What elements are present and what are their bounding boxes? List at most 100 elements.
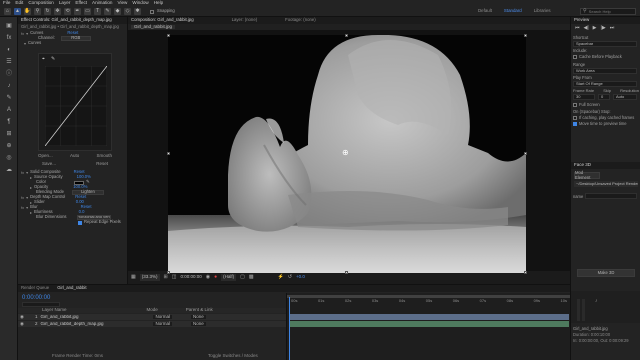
home-icon[interactable]: ⌂	[4, 8, 11, 15]
toggle-switches-label[interactable]: Toggle Switches / Modes	[208, 353, 258, 359]
zoom-dropdown[interactable]: (33.3%)	[139, 274, 160, 281]
cache-before-playback-row[interactable]: Cache Before Playback	[573, 54, 622, 60]
audio-icon[interactable]: ♪	[4, 81, 14, 90]
menu-effect[interactable]: Effect	[75, 1, 87, 6]
workspace-standard[interactable]: Standard	[504, 8, 522, 13]
play-from-dropdown[interactable]: Start Of Range	[573, 81, 637, 87]
timeline-layer-row[interactable]: ◉ 2 Girl_and_rabbit_depth_map.jpg Normal…	[18, 321, 286, 327]
layer-parent-dropdown[interactable]: None	[190, 314, 206, 320]
curves-graph[interactable]	[45, 66, 107, 146]
reset-exposure-icon[interactable]: ↺	[288, 275, 292, 280]
resolution-dropdown[interactable]: (Half)	[221, 274, 237, 281]
timeline-track-area[interactable]: 00s 01s 02s 03s 04s 05s 06s 07s 08s 09s 10s	[286, 293, 571, 360]
face3d-preset-dropdown[interactable]: ~/Desktop/Unsaved Project Rendere	[574, 181, 638, 187]
make-3d-button[interactable]: Make 3D	[577, 269, 635, 277]
menu-edit[interactable]: Edit	[15, 1, 23, 6]
menu-view[interactable]: View	[117, 1, 127, 6]
anchor-point-icon[interactable]: ⊕	[342, 149, 349, 157]
playhead[interactable]	[289, 297, 290, 360]
layer-handle-left[interactable]	[167, 152, 170, 155]
blurriness-value[interactable]: 0.0	[79, 210, 85, 214]
menu-window[interactable]: Window	[132, 1, 148, 6]
timeline-timecode[interactable]: 0:00:00:00	[22, 295, 50, 301]
rectangle-tool-icon[interactable]: ▭	[84, 8, 91, 15]
layer-handle-top-right[interactable]	[524, 34, 527, 37]
last-frame-icon[interactable]: ⏭	[610, 26, 615, 31]
layer-name-header[interactable]: Layer Name	[42, 308, 67, 313]
visibility-eye-icon[interactable]: ◉	[20, 314, 24, 320]
curves-editor[interactable]: ⌖ ✎	[38, 53, 112, 151]
eraser-tool-icon[interactable]: ◇	[124, 8, 131, 15]
channel-icon[interactable]: ●	[214, 275, 217, 280]
character-icon[interactable]: A	[4, 105, 14, 114]
first-frame-icon[interactable]: ⏮	[575, 26, 580, 31]
layer-2-bar[interactable]	[289, 321, 569, 327]
layer-parent-dropdown[interactable]: None	[190, 321, 206, 327]
rotation-tool-icon[interactable]: ⟲	[64, 8, 71, 15]
curves-auto-button[interactable]: Auto	[70, 153, 79, 159]
face3d-name-input[interactable]	[585, 193, 637, 199]
align-icon[interactable]: ⊞	[4, 129, 14, 138]
puppet-tool-icon[interactable]: ✱	[134, 8, 141, 15]
next-frame-icon[interactable]: |▶	[601, 26, 606, 31]
mode-header[interactable]: Mode	[147, 308, 158, 313]
layers-icon[interactable]: ☰	[4, 57, 14, 66]
paragraph-icon[interactable]: ¶	[4, 117, 14, 126]
mod-element-button[interactable]: Mod Element	[574, 171, 600, 179]
workspace-default[interactable]: Default	[478, 8, 492, 13]
info-icon[interactable]: ⓘ	[4, 69, 14, 78]
fast-previews-icon[interactable]: ⚡	[278, 275, 284, 280]
layer-handle-top-left[interactable]	[167, 34, 170, 37]
full-screen-checkbox[interactable]	[573, 103, 577, 108]
if-caching-checkbox[interactable]	[573, 116, 577, 121]
menu-help[interactable]: Help	[154, 1, 163, 6]
curve-pencil-tool-icon[interactable]: ✎	[51, 57, 55, 62]
curves-smooth-button[interactable]: Smooth	[96, 153, 112, 159]
tracker-icon[interactable]: ⊕	[4, 141, 14, 150]
selection-tool-icon[interactable]: ▲	[14, 8, 21, 15]
menu-animation[interactable]: Animation	[92, 1, 112, 6]
effects-icon[interactable]: fx	[4, 33, 14, 42]
snapping-checkbox[interactable]	[150, 9, 154, 14]
channel-dropdown[interactable]: RGB	[60, 36, 91, 41]
transparency-grid-icon[interactable]: ▩	[249, 275, 254, 280]
brush-tool-icon[interactable]: ✎	[104, 8, 111, 15]
shortcut-dropdown[interactable]: Spacebar	[573, 41, 637, 47]
footage-tab[interactable]: Footage: (none)	[285, 18, 316, 23]
layer-tab[interactable]: Layer: (none)	[232, 18, 258, 23]
workspace-libraries[interactable]: Libraries	[534, 8, 551, 13]
exposure-value[interactable]: +0.0	[296, 275, 305, 280]
menu-file[interactable]: File	[3, 1, 10, 6]
composition-tab[interactable]: Composition: Girl_and_rabbit.jpg	[131, 18, 194, 23]
curves-save-button[interactable]: Save...	[42, 161, 56, 167]
layer-mode-dropdown[interactable]: Normal	[153, 314, 172, 320]
menu-layer[interactable]: Layer	[59, 1, 71, 6]
type-tool-icon[interactable]: T	[94, 8, 101, 15]
time-ruler[interactable]: 00s 01s 02s 03s 04s 05s 06s 07s 08s 09s 10s	[287, 299, 571, 307]
parent-header[interactable]: Parent & Link	[186, 308, 213, 313]
range-dropdown[interactable]: Work Area	[573, 68, 637, 74]
layer-handle-bottom-right[interactable]	[524, 271, 527, 274]
layer-1-bar[interactable]	[289, 314, 569, 320]
timeline-layer-row[interactable]: ◉ 1 Girl_and_rabbit.jpg Normal None	[18, 314, 286, 320]
cache-checkbox[interactable]	[573, 55, 577, 60]
project-icon[interactable]: ▣	[4, 21, 14, 30]
if-caching-row[interactable]: If caching, play cached frames	[573, 115, 634, 121]
help-search[interactable]: ⚲ Search Help	[580, 8, 636, 15]
frame-rate-dropdown[interactable]: 30	[573, 94, 595, 100]
repeat-edge-checkbox[interactable]	[78, 220, 82, 225]
stamp-tool-icon[interactable]: ◆	[114, 8, 121, 15]
layer-handle-right[interactable]	[524, 152, 527, 155]
move-time-checkbox[interactable]	[573, 122, 577, 127]
timeline-search[interactable]	[22, 302, 60, 307]
layer-name[interactable]: Girl_and_rabbit.jpg	[40, 315, 110, 320]
render-queue-tab[interactable]: Render Queue	[21, 286, 49, 291]
adjust-icon[interactable]: ◐	[4, 45, 14, 54]
comp-timeline-tab[interactable]: Girl_and_rabbit	[57, 286, 86, 291]
visibility-eye-icon[interactable]: ◉	[20, 321, 24, 327]
effect-controls-tab[interactable]: Effect Controls: Girl_and_rabbit_depth_m…	[21, 18, 112, 23]
pen-tool-icon[interactable]: ✒	[74, 8, 81, 15]
face3d-title[interactable]: Face 3D	[574, 163, 591, 168]
mask-visibility-icon[interactable]: ◫	[172, 275, 177, 280]
orbit-tool-icon[interactable]: ↻	[44, 8, 51, 15]
